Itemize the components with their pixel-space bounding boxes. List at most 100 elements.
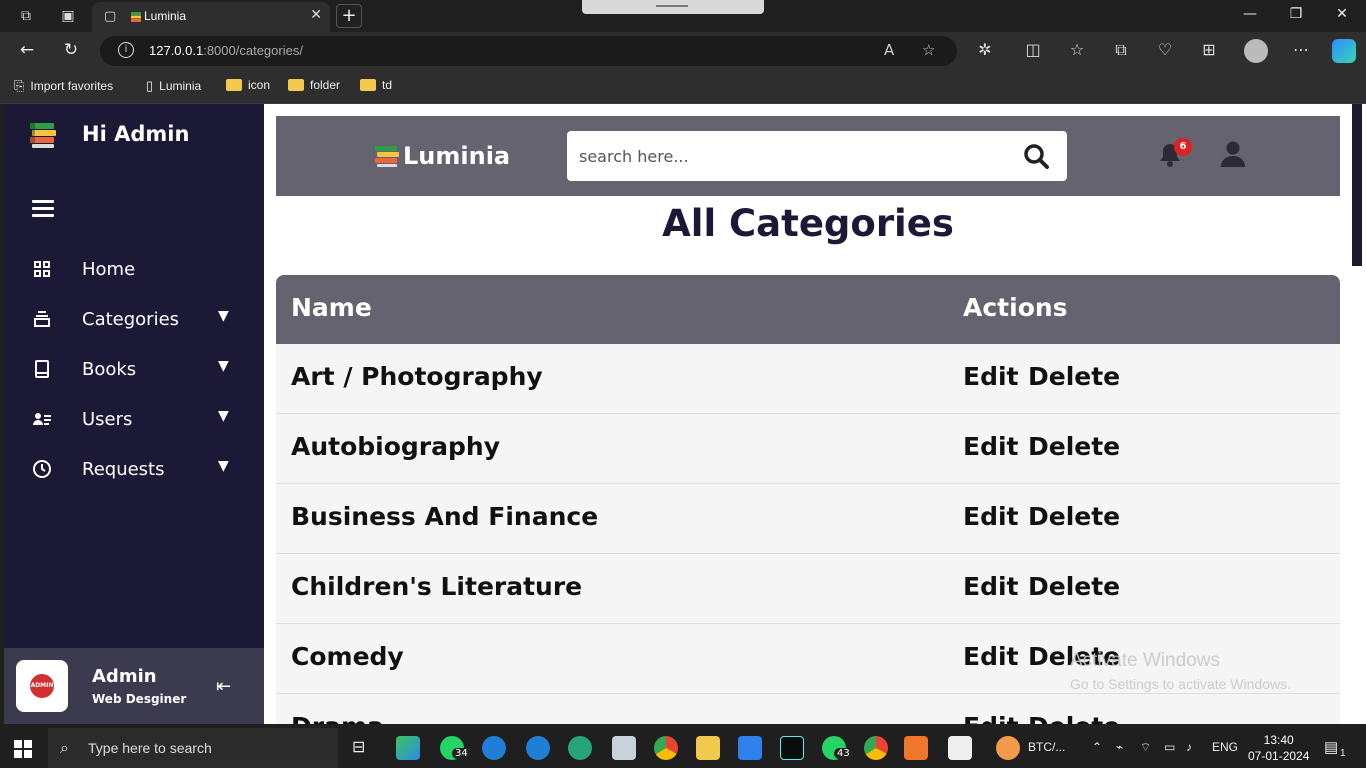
sidebar-item-label: Books [82,359,137,380]
running-app-label[interactable]: BTC/... [1028,740,1065,754]
copilot-icon[interactable] [1332,39,1356,63]
windows-start-icon[interactable] [14,740,32,758]
app-icon[interactable] [612,736,636,760]
books-logo-icon [375,146,399,167]
stack-app-icon[interactable] [996,736,1020,760]
workspaces-icon[interactable]: ⧉ [16,6,36,26]
logout-icon[interactable]: ⇤ [216,676,231,697]
sidebar-item-categories[interactable]: Categories ▼ [4,300,264,340]
profile-name: Admin [92,666,157,687]
site-info-icon[interactable]: i [118,42,134,58]
refresh-icon[interactable]: ↻ [60,40,82,60]
back-icon[interactable]: ← [16,40,38,60]
favorite-luminia[interactable]: ▯ Luminia [146,78,201,94]
brand[interactable]: Luminia [374,142,510,170]
widgets-icon[interactable] [396,736,420,760]
usb-icon[interactable]: ⌁ [1116,740,1123,754]
delete-button[interactable]: Delete [1028,362,1120,391]
apps-icon[interactable]: ⊞ [1198,40,1220,59]
split-screen-icon[interactable]: ◫ [1022,40,1044,59]
chevron-down-icon[interactable]: ▼ [218,408,229,424]
search-input[interactable] [579,143,999,169]
sidebar-item-home[interactable]: Home [4,250,264,290]
chrome-icon[interactable] [864,736,888,760]
close-tab-icon[interactable]: ✕ [310,7,322,23]
favorite-label: td [382,78,393,92]
tab-luminia[interactable]: ▢ Luminia ✕ [92,2,330,32]
task-view-icon[interactable]: ⊟ [352,737,365,757]
sidebar-item-requests[interactable]: Requests ▼ [4,450,264,490]
page-icon: ▯ [146,78,154,93]
favorite-folder-folder[interactable]: folder [288,78,340,92]
favorite-star-icon[interactable]: ☆ [922,41,935,59]
url-text[interactable]: 127.0.0.1:8000/categories/ [149,43,303,58]
user-icon[interactable] [1220,140,1246,168]
read-aloud-icon[interactable]: A [884,41,894,59]
chevron-up-icon[interactable]: ⌃ [1092,740,1102,754]
favorite-icon-folder[interactable]: icon [226,78,270,92]
edit-button[interactable]: Edit [963,362,1019,391]
menu-toggle-icon[interactable] [32,200,54,218]
close-window-icon[interactable]: ✕ [1332,6,1352,22]
more-icon[interactable]: ⋯ [1290,40,1312,59]
scrollbar-thumb[interactable] [1352,104,1362,266]
table-row: Children's Literature Edit Delete [276,554,1340,624]
volume-icon[interactable]: ♪ [1186,740,1192,754]
page-viewport: Hi Admin Home Categories ▼ Books ▼ Users… [4,104,1352,724]
edit-button[interactable]: Edit [963,712,1019,724]
minimize-icon[interactable]: — [1240,6,1260,22]
import-icon: ⎘ [14,78,25,93]
language-indicator[interactable]: ENG [1212,740,1238,754]
address-bar[interactable]: i 127.0.0.1:8000/categories/ A ☆ [100,36,957,66]
tab-actions-icon[interactable]: ▣ [58,6,78,26]
edit-button[interactable]: Edit [963,502,1019,531]
restore-icon[interactable]: ❐ [1286,6,1306,22]
edge-beta-icon[interactable] [526,736,550,760]
delete-button[interactable]: Delete [1028,572,1120,601]
whatsapp-badge: 43 [834,748,853,759]
taskbar: ⌕ Type here to search ⊟ 34 43 BTC/... ⌃ … [0,728,1366,768]
favorite-label: folder [310,78,341,92]
favorites-bar: ⎘ Import favorites ▯ Luminia icon folder t… [0,70,1366,104]
favorites-icon[interactable]: ☆ [1066,40,1088,59]
chrome-icon[interactable] [654,736,678,760]
new-tab-button[interactable]: + [336,4,362,28]
sidebar: Hi Admin Home Categories ▼ Books ▼ Users… [4,104,264,724]
chevron-down-icon[interactable]: ▼ [218,458,229,474]
wifi-icon[interactable]: ⌔ [1140,740,1151,755]
address-row: ← ↻ i 127.0.0.1:8000/categories/ A ☆ ✲ ◫… [0,32,1366,70]
edge-dev-icon[interactable] [568,736,592,760]
vscode-icon[interactable] [738,736,762,760]
favorite-import[interactable]: ⎘ Import favorites [14,78,113,94]
delete-button[interactable]: Delete [1028,432,1120,461]
battery-icon[interactable]: ▭ [1164,740,1175,754]
page-scrollbar[interactable] [1352,104,1366,724]
xampp-icon[interactable] [904,736,928,760]
books-logo-icon [30,123,56,148]
browser-chrome: ⧉ ▣ ▢ Luminia ✕ + — ❐ ✕ ← ↻ i 127.0.0.1:… [0,0,1366,104]
extensions-icon[interactable]: ✲ [974,40,996,59]
terminal-icon[interactable] [780,736,804,760]
notification-center-icon[interactable]: ▤ [1324,738,1338,756]
profile-icon[interactable] [1244,39,1268,63]
window-drag-handle[interactable] [582,0,764,14]
edit-button[interactable]: Edit [963,642,1019,671]
sidebar-item-books[interactable]: Books ▼ [4,350,264,390]
sidebar-item-users[interactable]: Users ▼ [4,400,264,440]
sidebar-item-label: Users [82,409,133,430]
collections-icon[interactable]: ⧉ [1110,40,1132,60]
edge-icon[interactable] [482,736,506,760]
edit-button[interactable]: Edit [963,572,1019,601]
search-icon[interactable] [1023,143,1049,169]
favorite-td-folder[interactable]: td [360,78,392,92]
file-explorer-icon[interactable] [696,736,720,760]
taskbar-search[interactable]: ⌕ Type here to search [48,728,338,768]
delete-button[interactable]: Delete [1028,712,1120,724]
browser-essentials-icon[interactable]: ♡ [1154,40,1176,59]
clock[interactable]: 13:40 07-01-2024 [1248,732,1309,764]
chevron-down-icon[interactable]: ▼ [218,308,229,324]
chevron-down-icon[interactable]: ▼ [218,358,229,374]
edit-button[interactable]: Edit [963,432,1019,461]
delete-button[interactable]: Delete [1028,502,1120,531]
notepad-icon[interactable] [948,736,972,760]
